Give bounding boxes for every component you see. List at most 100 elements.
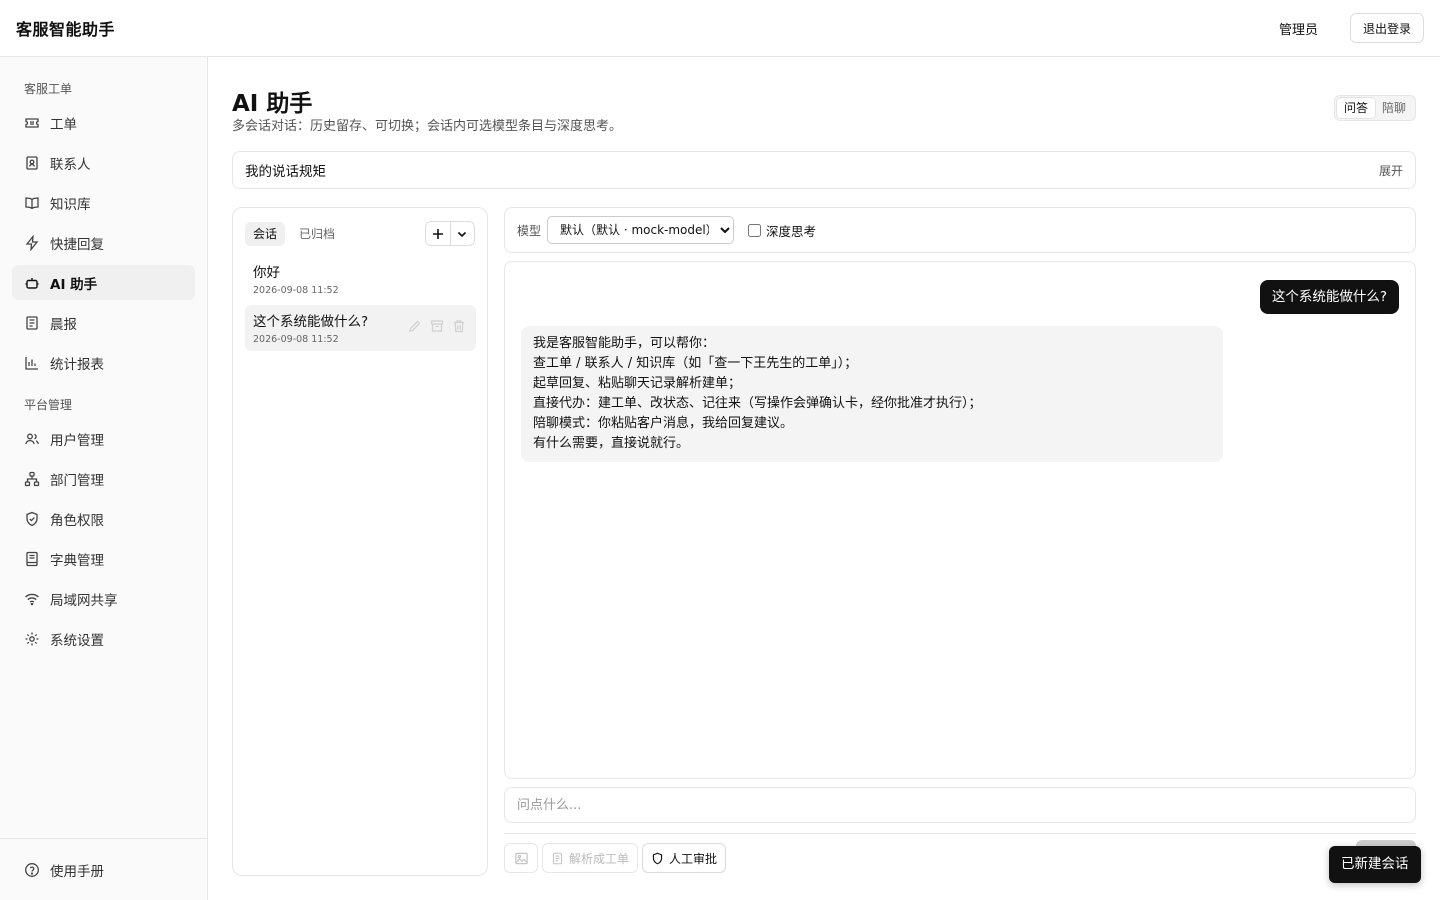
chat-input[interactable] — [504, 787, 1416, 823]
sidebar: 客服工单 工单 联系人 知识库 快捷回复 AI 助手 晨报 统计报表 平台管理 … — [0, 57, 208, 900]
org-tree-icon — [24, 471, 40, 486]
conversation-time: 2026-09-08 11:52 — [253, 285, 339, 296]
assistant-message-line: 直接代办：建工单、改状态、记往来（写操作会弹确认卡，经你批准才执行）； — [533, 396, 982, 411]
top-bar: 客服智能助手 管理员 退出登录 — [0, 0, 1440, 57]
current-user: 管理员 — [1278, 22, 1318, 38]
sidebar-section-title: 客服工单 — [24, 82, 73, 96]
mode-toggle: 问答 陪聊 — [1334, 95, 1416, 121]
sidebar-item-daily-report[interactable]: 晨报 — [12, 305, 195, 340]
conversation-tabs: 会话 已归档 — [245, 222, 343, 246]
manual-approval-button[interactable]: 人工审批 — [642, 843, 727, 873]
sidebar-item-contacts[interactable]: 联系人 — [12, 145, 195, 180]
assistant-message-line: 起草回复、粘贴聊天记录解析建单； — [533, 376, 742, 391]
sidebar-item-system-settings[interactable]: 系统设置 — [12, 621, 195, 656]
assistant-message-line: 我是客服智能助手，可以帮你： — [533, 336, 716, 351]
sidebar-item-label: 字典管理 — [50, 552, 104, 569]
speaking-rules-panel[interactable]: 我的说话规矩 展开 — [232, 151, 1416, 189]
sidebar-section-title: 平台管理 — [24, 398, 73, 412]
conversation-actions — [425, 221, 475, 246]
sidebar-item-label: 晨报 — [50, 316, 77, 333]
sidebar-item-ai-assistant[interactable]: AI 助手 — [12, 265, 195, 300]
sidebar-item-statistics[interactable]: 统计报表 — [12, 345, 195, 380]
shield-check-icon — [26, 511, 38, 526]
tab-archived[interactable]: 已归档 — [291, 222, 343, 246]
help-circle-icon — [25, 862, 39, 877]
sidebar-item-quick-replies[interactable]: 快捷回复 — [12, 225, 195, 260]
sidebar-item-knowledge-base[interactable]: 知识库 — [12, 185, 195, 220]
deep-think-checkbox[interactable] — [748, 223, 762, 237]
ticket-icon — [25, 117, 39, 128]
mode-tab-chat-companion[interactable]: 陪聊 — [1375, 98, 1413, 118]
bot-icon — [25, 277, 39, 289]
assistant-message-line: 陪聊模式：你粘贴客户消息，我给回复建议。 — [533, 416, 794, 431]
sidebar-item-roles[interactable]: 角色权限 — [12, 501, 195, 536]
message-list: 这个系统能做什么? 我是客服智能助手，可以帮你： 查工单 / 联系人 / 知识库… — [504, 261, 1416, 779]
mode-tab-qa[interactable]: 问答 — [1337, 98, 1375, 118]
sidebar-footer: 使用手册 — [0, 838, 207, 900]
app-title: 客服智能助手 — [16, 20, 116, 39]
sidebar-item-lan-share[interactable]: 局域网共享 — [12, 581, 195, 616]
lightning-icon — [25, 234, 39, 251]
book-open-icon — [25, 196, 39, 209]
conversation-item[interactable]: 你好 2026-09-08 11:52 — [245, 256, 476, 302]
conversation-item-actions — [408, 319, 466, 333]
sidebar-item-department-management[interactable]: 部门管理 — [12, 461, 195, 496]
archive-icon[interactable] — [430, 319, 444, 333]
sidebar-item-label: 部门管理 — [50, 472, 104, 489]
assistant-message-line: 有什么需要，直接说就行。 — [533, 436, 690, 451]
manual-approval-label: 人工审批 — [669, 851, 718, 866]
sidebar-item-dictionary[interactable]: 字典管理 — [12, 541, 195, 576]
parse-ticket-label: 解析成工单 — [569, 851, 630, 866]
image-icon — [514, 852, 528, 864]
shield-icon — [652, 852, 663, 864]
chevron-down-icon — [458, 231, 467, 237]
sidebar-item-label: 快捷回复 — [50, 236, 104, 253]
sidebar-item-tickets[interactable]: 工单 — [12, 105, 195, 140]
users-icon — [25, 433, 39, 444]
pencil-icon[interactable] — [408, 319, 422, 333]
parse-ticket-button[interactable]: 解析成工单 — [542, 843, 639, 873]
bar-chart-icon — [25, 356, 38, 370]
tab-conversations[interactable]: 会话 — [245, 222, 286, 246]
sidebar-item-label: 知识库 — [50, 196, 91, 213]
user-area: 管理员 退出登录 — [1279, 13, 1424, 43]
newspaper-icon — [26, 315, 38, 330]
contact-book-icon — [26, 155, 38, 170]
conversation-time: 2026-09-08 11:52 — [253, 334, 339, 345]
logout-button[interactable]: 退出登录 — [1349, 13, 1424, 43]
sidebar-item-label: 使用手册 — [50, 863, 104, 880]
deep-think-label: 深度思考 — [766, 223, 817, 239]
notebook-icon — [26, 551, 38, 566]
page-subtitle: 多会话对话：历史留存、可切换；会话内可选模型条目与深度思考。 — [232, 119, 623, 134]
conversation-list-panel: 会话 已归档 你好 2026-09-08 11:52 这个系统能做什么? 202… — [232, 207, 488, 876]
toolbar-divider — [504, 833, 1416, 834]
plus-icon — [432, 228, 443, 239]
sidebar-item-label: 角色权限 — [50, 512, 104, 529]
speaking-rules-title: 我的说话规矩 — [245, 164, 326, 180]
attach-image-button[interactable] — [504, 843, 538, 873]
wifi-icon — [25, 593, 39, 605]
expand-rules-button[interactable]: 展开 — [1379, 162, 1403, 179]
conversation-title: 你好 — [253, 265, 280, 281]
toast-notification: 已新建会话 — [1329, 846, 1421, 883]
sidebar-item-label: 系统设置 — [50, 632, 104, 649]
user-message: 这个系统能做什么? — [1259, 280, 1399, 314]
sidebar-item-label: AI 助手 — [50, 276, 98, 293]
sidebar-item-user-management[interactable]: 用户管理 — [12, 421, 195, 456]
sidebar-item-label: 局域网共享 — [50, 592, 118, 609]
document-icon — [552, 852, 563, 864]
trash-icon[interactable] — [452, 319, 466, 333]
user-manual-link[interactable]: 使用手册 — [12, 852, 195, 887]
sidebar-item-label: 联系人 — [50, 156, 91, 173]
conversation-item[interactable]: 这个系统能做什么? 2026-09-08 11:52 — [245, 305, 476, 351]
deep-think-toggle[interactable]: 深度思考 — [748, 221, 816, 240]
model-label: 模型 — [517, 223, 542, 238]
model-select[interactable]: 默认（默认 · mock-model） — [547, 216, 735, 244]
sidebar-item-label: 统计报表 — [50, 356, 104, 373]
assistant-message-line: 查工单 / 联系人 / 知识库（如「查一下王先生的工单」）； — [533, 356, 858, 371]
gear-icon — [25, 632, 39, 645]
new-conversation-button[interactable] — [426, 222, 450, 245]
conversation-menu-button[interactable] — [449, 222, 475, 245]
sidebar-item-label: 用户管理 — [50, 432, 104, 449]
assistant-message: 我是客服智能助手，可以帮你： 查工单 / 联系人 / 知识库（如「查一下王先生的… — [521, 326, 1223, 462]
